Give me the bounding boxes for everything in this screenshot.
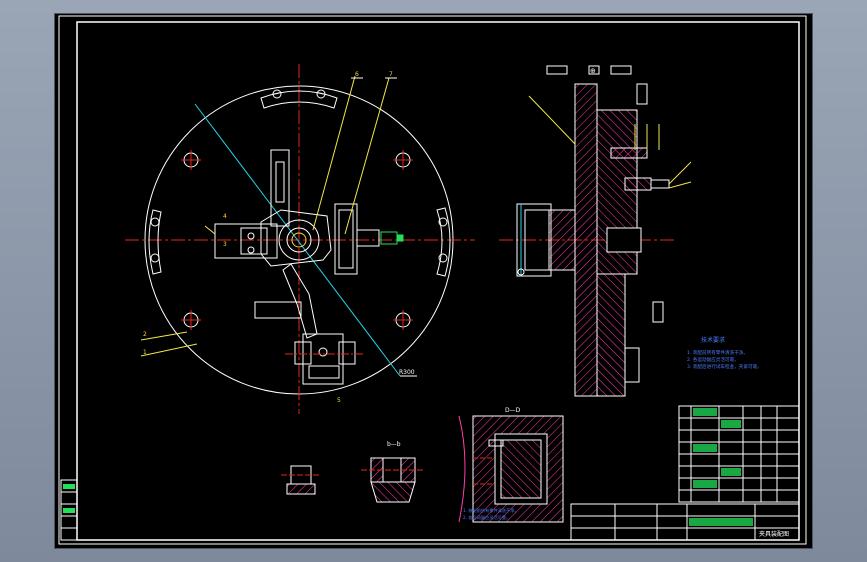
title-block-name: 夹具装配图: [759, 530, 789, 538]
balloon-label: 2: [143, 331, 147, 338]
bolt-hole: [181, 310, 201, 330]
detail-view-dd: D—D 1. 装配前所有零件清洗干净。 2. 各运动副应灵活可靠。: [458, 407, 564, 523]
slot-hole: [150, 253, 160, 263]
screw-thread: [380, 231, 398, 245]
screw-knob: [396, 234, 404, 242]
left-stamp-block: [60, 479, 78, 541]
bolt-head: [318, 347, 328, 357]
side-section-view: ⊕ 技术要求 1. 装配前所有零件清洗干净。 2. 各运动副应灵活可靠。 3. …: [499, 65, 762, 397]
front-view: R300 6 7 2 1 4 3 5: [125, 64, 475, 414]
clamp-arm-top-slot: [275, 161, 285, 203]
balloon-label: 1: [143, 349, 147, 356]
lower-arm: [282, 263, 318, 339]
leader-line: [528, 95, 576, 145]
leader-line: [668, 181, 692, 189]
leader-line: [140, 331, 188, 341]
balloon-label: 6: [355, 71, 359, 78]
assembly-drawing: R300 6 7 2 1 4 3 5 ⊕ 技术要求 1. 装配前所有零件清洗干净…: [58, 15, 807, 545]
detail-label: b—b: [387, 441, 401, 448]
main-plate-section: [574, 83, 598, 397]
lower-plate: [596, 273, 626, 397]
threaded-insert: [624, 177, 652, 191]
leader-line: [204, 225, 216, 235]
threaded-pin: [650, 179, 670, 189]
bolt-head: [247, 232, 255, 240]
slot-hole: [150, 217, 160, 227]
balloon-label: 5: [337, 397, 341, 404]
side-bolt: [636, 83, 648, 105]
cad-viewport[interactable]: R300 6 7 2 1 4 3 5 ⊕ 技术要求 1. 装配前所有零件清洗干净…: [55, 14, 812, 548]
outer-frame: [58, 15, 807, 545]
note-line: 1. 装配前所有零件清洗干净。: [687, 349, 748, 356]
bolt-hole: [393, 310, 413, 330]
notes-title: 技术要求: [701, 336, 725, 344]
hub-section: [548, 209, 576, 271]
side-bolt: [624, 347, 640, 383]
arc-slot-left: [148, 209, 162, 275]
balloon-label: 4: [223, 213, 227, 220]
bottom-clamp-nut: [308, 365, 340, 379]
note-line: 2. 各运动副应灵活可靠。: [687, 356, 739, 363]
detail-view-small-1: [281, 465, 321, 495]
balloon-label: 7: [389, 71, 393, 78]
clamp-block-right-inner: [338, 209, 354, 269]
threaded-insert: [610, 147, 648, 159]
side-bolt: [652, 301, 664, 323]
bolt-head: [247, 246, 255, 254]
section-tag: [546, 65, 568, 75]
note-line: 2. 各运动副应灵活可靠。: [463, 514, 510, 521]
radius-note: R300: [399, 369, 415, 376]
note-line: 1. 装配前所有零件清洗干净。: [463, 507, 519, 514]
note-line: 3. 装配后进行试车检查，夹紧可靠。: [687, 363, 762, 370]
clamp-block-right: [334, 203, 358, 275]
leader-line: [668, 161, 692, 185]
flange-bore: [606, 227, 642, 253]
screw-body: [356, 229, 380, 247]
title-block: 夹具装配图: [570, 503, 800, 541]
detail-view-small-2: b—b: [361, 441, 425, 503]
link-plate: [254, 301, 302, 319]
section-tag: [610, 65, 632, 75]
bolt-hole: [393, 150, 413, 170]
parts-list: [678, 405, 800, 503]
bottom-clamp-jaw: [338, 341, 356, 365]
detail-label: D—D: [505, 407, 521, 414]
leader-line: [140, 343, 198, 357]
leader-line: [312, 75, 356, 231]
balloon-label: 3: [223, 241, 227, 248]
section-marker: ⊕: [590, 67, 596, 75]
bolt-hole: [181, 150, 201, 170]
